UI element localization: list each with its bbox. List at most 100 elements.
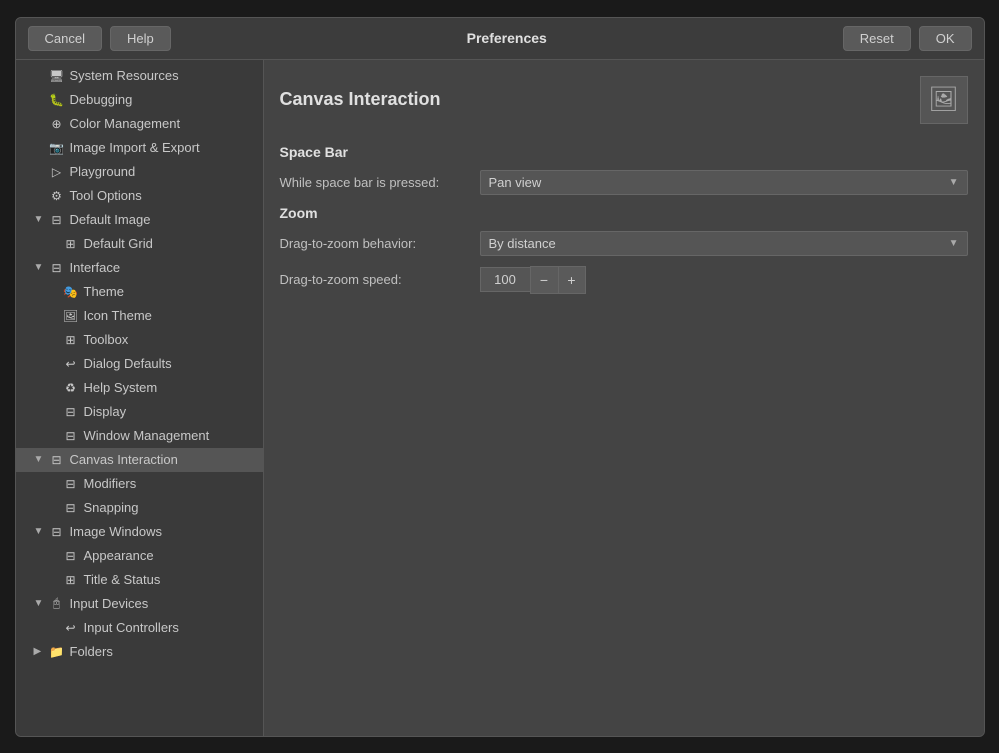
content-area: Canvas Interaction 🖼 Space Bar While spa… xyxy=(264,60,984,736)
color-management-icon: ⊕ xyxy=(48,115,66,133)
default-grid-icon: ⊞ xyxy=(62,235,80,253)
label-zoom-speed: Drag-to-zoom speed: xyxy=(280,272,480,287)
body: 🖥 System Resources 🐛 Debugging ⊕ Color Manage… xyxy=(16,60,984,736)
dialog-defaults-label: Dialog Defaults xyxy=(84,356,172,371)
ok-button[interactable]: OK xyxy=(919,26,972,51)
sidebar-item-folders[interactable]: ▶📁Folders xyxy=(16,640,263,664)
sidebar-item-input-controllers[interactable]: ↩ Input Controllers xyxy=(16,616,263,640)
display-icon: ⊟ xyxy=(62,403,80,421)
dialog-defaults-icon: ↩ xyxy=(62,355,80,373)
sidebar-item-window-management[interactable]: ⊟Window Management xyxy=(16,424,263,448)
theme-label: Theme xyxy=(84,284,124,299)
interface-toggle-icon: ▼ xyxy=(34,262,48,273)
control-zoom-speed: 100 − + xyxy=(480,266,968,294)
window-title: Preferences xyxy=(179,30,835,46)
debugging-icon: 🐛 xyxy=(48,91,66,109)
sidebar-item-tool-options[interactable]: ⚙Tool Options xyxy=(16,184,263,208)
cancel-button[interactable]: Cancel xyxy=(28,26,102,51)
sidebar-item-modifiers[interactable]: ⊟ Modifiers xyxy=(16,472,263,496)
content-header: Canvas Interaction 🖼 xyxy=(280,76,968,124)
canvas-interaction-toggle-icon: ▼ xyxy=(34,454,48,465)
title-status-label: Title & Status xyxy=(84,572,161,587)
toolbox-label: Toolbox xyxy=(84,332,129,347)
sidebar-item-playground[interactable]: ▷ Playground xyxy=(16,160,263,184)
input-devices-label: Input Devices xyxy=(70,596,149,611)
default-image-toggle-icon: ▼ xyxy=(34,214,48,225)
control-zoom-behavior: By distance ▼ xyxy=(480,231,968,256)
sidebar-item-system-resources[interactable]: 🖥 System Resources xyxy=(16,64,263,88)
sidebar-item-dialog-defaults[interactable]: ↩ Dialog Defaults xyxy=(16,352,263,376)
toolbox-icon: ⊞ xyxy=(62,331,80,349)
content-icon-symbol: 🖼 xyxy=(928,85,958,114)
modifiers-icon: ⊟ xyxy=(62,475,80,493)
dropdown-space-bar[interactable]: Pan view ▼ xyxy=(480,170,968,195)
sidebar-item-canvas-interaction[interactable]: ▼⊟Canvas Interaction xyxy=(16,448,263,472)
sidebar: 🖥 System Resources 🐛 Debugging ⊕ Color Manage… xyxy=(16,60,264,736)
sidebar-item-color-management[interactable]: ⊕ Color Management xyxy=(16,112,263,136)
sidebar-item-snapping[interactable]: ⊟ Snapping xyxy=(16,496,263,520)
default-image-label: Default Image xyxy=(70,212,151,227)
sidebar-item-interface[interactable]: ▼⊟ Interface xyxy=(16,256,263,280)
sidebar-item-icon-theme[interactable]: 🖼Icon Theme xyxy=(16,304,263,328)
appearance-label: Appearance xyxy=(84,548,154,563)
form-row-space-bar: While space bar is pressed: Pan view ▼ xyxy=(280,170,968,195)
folders-toggle-icon: ▶ xyxy=(34,646,48,657)
icon-theme-icon: 🖼 xyxy=(62,307,80,325)
chevron-down-icon: ▼ xyxy=(949,177,959,188)
sidebar-item-image-import-export[interactable]: 📷Image Import & Export xyxy=(16,136,263,160)
zoom-speed-decrement-button[interactable]: − xyxy=(530,266,558,294)
snapping-label: Snapping xyxy=(84,500,139,515)
input-controllers-icon: ↩ xyxy=(62,619,80,637)
sidebar-item-title-status[interactable]: ⊞ Title & Status xyxy=(16,568,263,592)
label-space-bar: While space bar is pressed: xyxy=(280,175,480,190)
interface-label: Interface xyxy=(70,260,121,275)
sidebar-item-appearance[interactable]: ⊟ Appearance xyxy=(16,544,263,568)
sidebar-item-toolbox[interactable]: ⊞ Toolbox xyxy=(16,328,263,352)
folders-icon: 📁 xyxy=(48,643,66,661)
default-image-icon: ⊟ xyxy=(48,211,66,229)
sidebar-item-help-system[interactable]: ♻Help System xyxy=(16,376,263,400)
modifiers-label: Modifiers xyxy=(84,476,137,491)
playground-label: Playground xyxy=(70,164,136,179)
header-right-buttons: Reset OK xyxy=(843,26,972,51)
canvas-interaction-label: Canvas Interaction xyxy=(70,452,178,467)
interface-icon: ⊟ xyxy=(48,259,66,277)
control-space-bar: Pan view ▼ xyxy=(480,170,968,195)
debugging-label: Debugging xyxy=(70,92,133,107)
sidebar-item-default-image[interactable]: ▼⊟ Default Image xyxy=(16,208,263,232)
help-button[interactable]: Help xyxy=(110,26,171,51)
spinbox-zoom-speed-value: 100 xyxy=(480,267,530,292)
snapping-icon: ⊟ xyxy=(62,499,80,517)
preferences-window: Cancel Help Preferences Reset OK 🖥 System… xyxy=(15,17,985,737)
dropdown-space-bar-value: Pan view xyxy=(489,175,542,190)
default-grid-label: Default Grid xyxy=(84,236,153,251)
content-icon: 🖼 xyxy=(920,76,968,124)
sidebar-item-image-windows[interactable]: ▼⊟ Image Windows xyxy=(16,520,263,544)
input-devices-icon: 🖰 xyxy=(48,595,66,613)
tool-options-label: Tool Options xyxy=(70,188,142,203)
reset-button[interactable]: Reset xyxy=(843,26,911,51)
label-zoom-behavior: Drag-to-zoom behavior: xyxy=(280,236,480,251)
image-windows-toggle-icon: ▼ xyxy=(34,526,48,537)
image-windows-icon: ⊟ xyxy=(48,523,66,541)
system-resources-label: System Resources xyxy=(70,68,179,83)
section-space-bar: Space Bar xyxy=(280,144,968,160)
content-title: Canvas Interaction xyxy=(280,89,441,110)
title-status-icon: ⊞ xyxy=(62,571,80,589)
sidebar-item-default-grid[interactable]: ⊞ Default Grid xyxy=(16,232,263,256)
input-controllers-label: Input Controllers xyxy=(84,620,179,635)
appearance-icon: ⊟ xyxy=(62,547,80,565)
system-resources-icon: 🖥 xyxy=(48,67,66,85)
section-zoom: Zoom xyxy=(280,205,968,221)
sidebar-item-display[interactable]: ⊟Display xyxy=(16,400,263,424)
sidebar-item-input-devices[interactable]: ▼🖰 Input Devices xyxy=(16,592,263,616)
dropdown-zoom-behavior[interactable]: By distance ▼ xyxy=(480,231,968,256)
form-row-zoom-speed: Drag-to-zoom speed: 100 − + xyxy=(280,266,968,294)
color-management-label: Color Management xyxy=(70,116,181,131)
sidebar-item-theme[interactable]: 🎭Theme xyxy=(16,280,263,304)
playground-icon: ▷ xyxy=(48,163,66,181)
image-windows-label: Image Windows xyxy=(70,524,162,539)
sidebar-item-debugging[interactable]: 🐛 Debugging xyxy=(16,88,263,112)
input-devices-toggle-icon: ▼ xyxy=(34,598,48,609)
zoom-speed-increment-button[interactable]: + xyxy=(558,266,586,294)
